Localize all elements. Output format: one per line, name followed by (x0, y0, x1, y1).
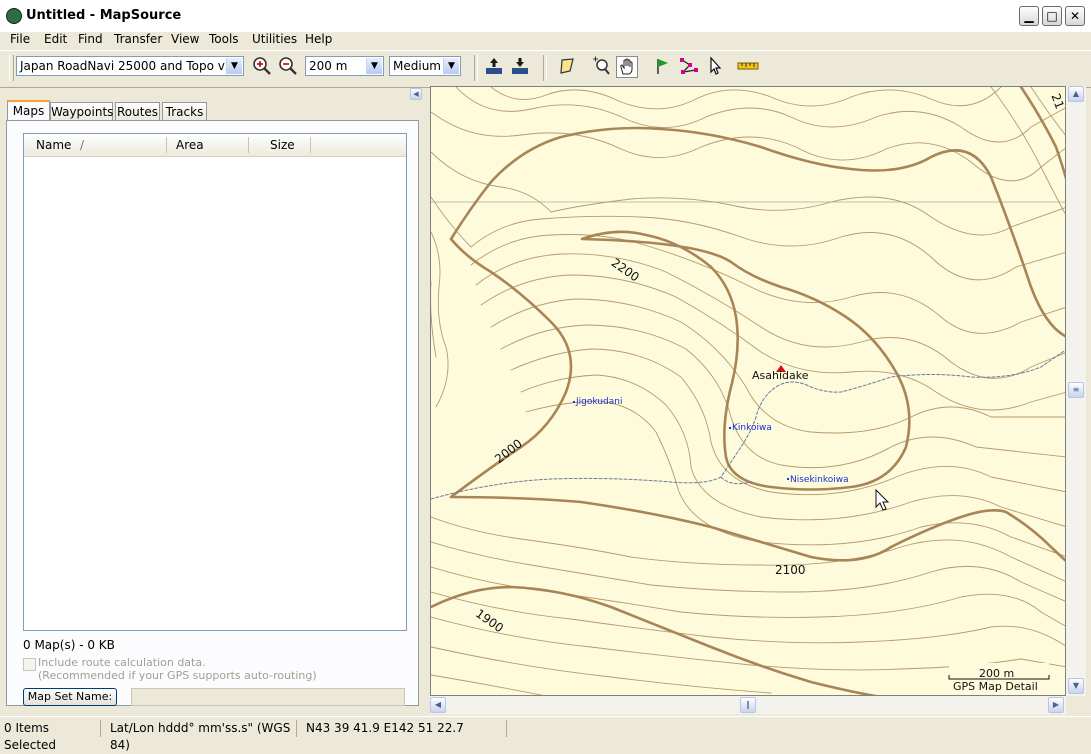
menu-view[interactable]: View (171, 32, 199, 46)
receive-from-device-icon[interactable] (509, 56, 531, 78)
poi-label-kinkoiwa: Kinkoiwa (732, 423, 772, 433)
toolbar: Japan RoadNavi 25000 and Topo v2 ▼ 200 m… (0, 50, 1091, 88)
menu-help[interactable]: Help (305, 32, 332, 46)
close-button[interactable]: ✕ (1065, 6, 1085, 26)
scroll-down-button[interactable]: ▼ (1068, 678, 1084, 694)
horizontal-scroll-thumb[interactable]: ‖ (740, 697, 756, 713)
vertical-scroll-thumb[interactable]: ≡ (1068, 382, 1084, 398)
column-divider[interactable] (248, 137, 249, 153)
route-tool-icon[interactable] (678, 56, 700, 78)
column-name[interactable]: Name (36, 138, 71, 152)
zoom-tool-icon[interactable] (590, 56, 612, 78)
maximize-button[interactable]: □ (1042, 6, 1062, 26)
poi-dot-icon (573, 401, 575, 403)
poi-dot-icon (729, 427, 731, 429)
send-to-device-icon[interactable] (483, 56, 505, 78)
poi-dot-icon (787, 478, 789, 480)
menu-tools[interactable]: Tools (209, 32, 239, 46)
route-data-label: Include route calculation data. (38, 656, 206, 669)
sort-indicator: / (80, 138, 85, 152)
column-area[interactable]: Area (176, 138, 204, 152)
window-title: Untitled - MapSource (26, 8, 182, 23)
menu-bar: File Edit Find Transfer View Tools Utili… (0, 32, 1091, 50)
title-bar: Untitled - MapSource ▁ □ ✕ (0, 0, 1091, 32)
map-tool-icon[interactable] (557, 56, 579, 78)
contour-label-2100: 2100 (775, 563, 806, 577)
route-data-hint: (Recommended if your GPS supports auto-r… (38, 669, 317, 682)
tab-routes[interactable]: Routes (115, 102, 160, 120)
toolbar-grip[interactable] (9, 55, 14, 81)
map-detail-caption: GPS Map Detail (953, 680, 1038, 693)
zoom-scale-select[interactable]: 200 m ▼ (305, 56, 384, 76)
poi-label-nisekinkoiwa: Nisekinkoiwa (790, 475, 849, 485)
toolbar-separator (543, 55, 547, 81)
map-set-name-button[interactable]: Map Set Name: (23, 688, 117, 706)
tab-tracks[interactable]: Tracks (162, 102, 207, 120)
map-set-name-field[interactable] (131, 688, 405, 706)
scale-label: 200 m (979, 667, 1014, 680)
contour-label-21: 21 (1048, 92, 1066, 111)
menu-file[interactable]: File (10, 32, 30, 46)
zoom-out-icon[interactable] (277, 56, 299, 78)
left-panel: ◀ Maps Waypoints Routes Tracks Name / Ar… (0, 88, 424, 714)
tab-waypoints[interactable]: Waypoints (50, 102, 113, 120)
horizontal-scrollbar[interactable]: ◀ ‖ ▶ (430, 696, 1066, 714)
menu-edit[interactable]: Edit (44, 32, 67, 46)
menu-find[interactable]: Find (78, 32, 103, 46)
minimize-button[interactable]: ▁ (1019, 6, 1039, 26)
poi-label-jigokudani: Jigokudani (575, 397, 622, 407)
column-size[interactable]: Size (270, 138, 295, 152)
peak-label: Asahidake (752, 369, 809, 382)
status-bar: 0 Items Selected Lat/Lon hddd° mm'ss.s" … (0, 716, 1091, 752)
maps-tab-panel: Name / Area Size 0 Map(s) - 0 KB Include… (6, 120, 419, 706)
route-data-checkbox[interactable] (23, 658, 36, 671)
list-header: Name / Area Size (24, 134, 406, 157)
detail-level-select[interactable]: Medium ▼ (389, 56, 461, 76)
topo-map[interactable]: 2200 2000 2100 1900 21 Asahidake Jigokud… (431, 87, 1066, 696)
status-coordinates: N43 39 41.9 E142 51 22.7 (302, 720, 507, 737)
maps-list[interactable]: Name / Area Size (23, 133, 407, 631)
zoom-scale-value: 200 m (309, 59, 348, 73)
waypoint-tool-icon[interactable] (651, 56, 673, 78)
scroll-left-button[interactable]: ◀ (430, 697, 446, 713)
menu-utilities[interactable]: Utilities (252, 32, 297, 46)
toolbar-separator (474, 55, 478, 81)
hand-tool-icon[interactable] (616, 56, 638, 78)
distance-tool-icon[interactable] (736, 56, 760, 78)
map-product-value: Japan RoadNavi 25000 and Topo v2 (20, 59, 233, 73)
contour-lines (431, 87, 1065, 695)
zoom-in-icon[interactable] (251, 56, 273, 78)
chevron-down-icon[interactable]: ▼ (443, 58, 459, 74)
collapse-panel-button[interactable]: ◀ (410, 88, 422, 100)
column-divider[interactable] (310, 137, 311, 153)
status-format: Lat/Lon hddd° mm'ss.s" (WGS 84) (106, 720, 297, 752)
app-globe-icon[interactable] (6, 8, 22, 24)
mouse-pointer-icon (875, 488, 890, 511)
scroll-right-button[interactable]: ▶ (1048, 697, 1064, 713)
map-summary: 0 Map(s) - 0 KB (23, 638, 115, 652)
selection-tool-icon[interactable] (704, 56, 726, 78)
detail-level-value: Medium (393, 59, 441, 73)
menu-transfer[interactable]: Transfer (114, 32, 162, 46)
vertical-scrollbar[interactable]: ▲ ≡ ▼ (1066, 86, 1086, 696)
chevron-down-icon[interactable]: ▼ (366, 58, 382, 74)
chevron-down-icon[interactable]: ▼ (226, 58, 242, 74)
scroll-corner (1066, 696, 1091, 714)
scroll-up-button[interactable]: ▲ (1068, 86, 1084, 102)
map-view[interactable]: 2200 2000 2100 1900 21 Asahidake Jigokud… (430, 86, 1066, 696)
contour-label-2000: 2000 (492, 436, 525, 466)
status-selected: 0 Items Selected (0, 720, 101, 752)
tab-maps[interactable]: Maps (7, 100, 50, 121)
column-divider[interactable] (166, 137, 167, 153)
map-product-select[interactable]: Japan RoadNavi 25000 and Topo v2 ▼ (16, 56, 244, 76)
